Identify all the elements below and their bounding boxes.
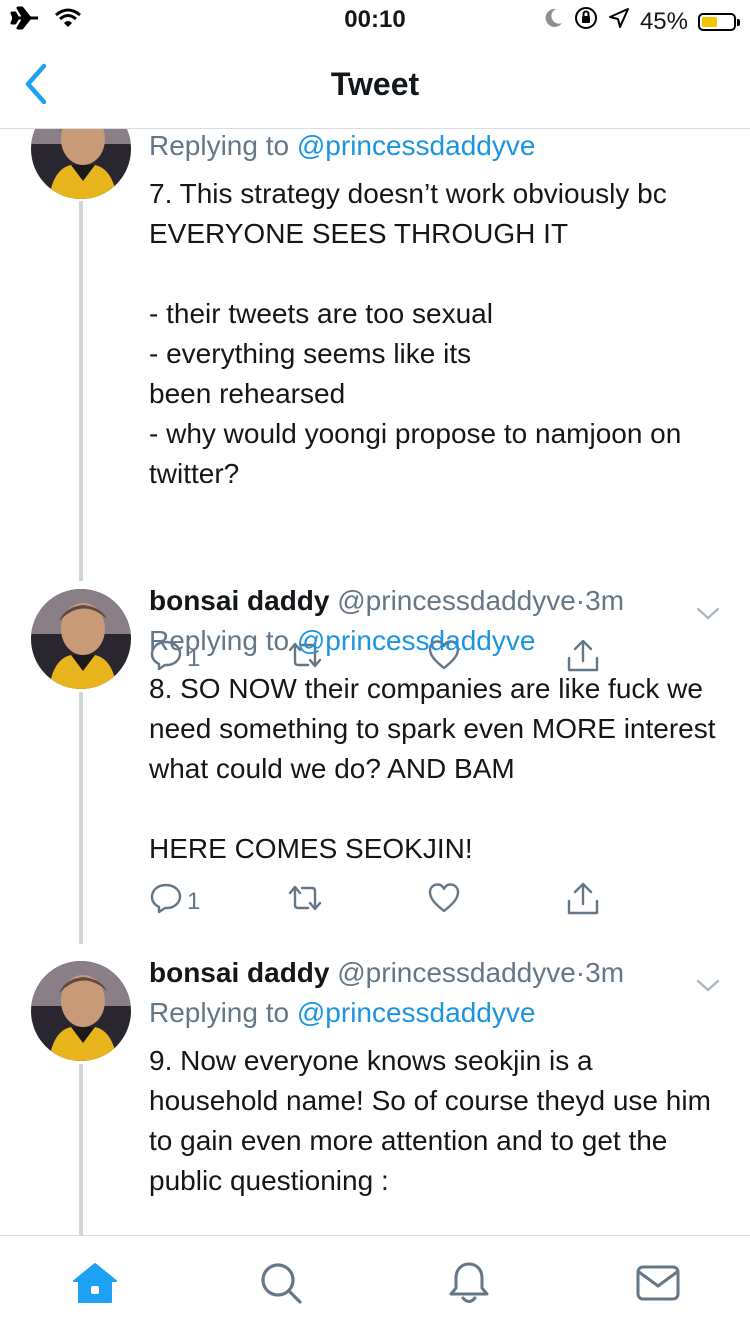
tweet-text: 9. Now everyone knows seokjin is a house… [149, 1045, 711, 1196]
share-button[interactable] [566, 881, 600, 924]
tweet-timestamp: 3m [585, 957, 625, 988]
battery-icon [698, 12, 740, 31]
separator-dot: · [575, 585, 586, 616]
author-handle[interactable]: @princessdaddyve [337, 585, 576, 616]
do-not-disturb-icon [544, 7, 564, 36]
tab-search[interactable] [256, 1260, 306, 1310]
tweet-item[interactable]: Replying to @princessdaddyve 7. This str… [0, 129, 750, 672]
replying-to: Replying to @princessdaddyve [149, 621, 729, 661]
battery-percent: 45% [639, 7, 688, 35]
tweet-text: 7. This strategy doesn’t work obviously … [149, 178, 682, 489]
like-button[interactable] [427, 881, 461, 922]
search-icon [259, 1261, 303, 1310]
home-icon [72, 1262, 118, 1309]
reply-button[interactable]: 1 [149, 881, 200, 922]
tweet-text: 8. SO NOW their companies are like fuck … [149, 673, 716, 864]
author-name[interactable]: bonsai daddy [149, 585, 329, 616]
retweet-icon [286, 881, 324, 922]
tab-messages[interactable] [633, 1260, 683, 1310]
replying-to: Replying to @princessdaddyve [149, 129, 729, 166]
share-icon [566, 881, 600, 924]
author-name[interactable]: bonsai daddy [149, 957, 329, 988]
notifications-icon [447, 1260, 491, 1311]
tweet-timestamp: 3m [585, 585, 625, 616]
tweet-thread[interactable]: Replying to @princessdaddyve 7. This str… [0, 129, 750, 1235]
replying-to-label: Replying to [149, 625, 297, 656]
chevron-down-icon [695, 597, 721, 628]
reply-handle-link[interactable]: @princessdaddyve [297, 130, 536, 161]
status-bar: 00:10 45% [0, 0, 750, 40]
navigation-bar: Tweet [0, 40, 750, 129]
orientation-lock-icon [574, 6, 598, 37]
tweet-item[interactable]: bonsai daddy @princessdaddyve·3m Replyin… [0, 949, 750, 1235]
tweet-actions: 1 [149, 881, 609, 921]
reply-count: 1 [187, 887, 201, 915]
tweet-options-button[interactable] [695, 965, 721, 1005]
heart-icon [427, 881, 461, 922]
location-icon [608, 7, 630, 36]
avatar[interactable] [31, 589, 131, 689]
reply-icon [149, 881, 183, 922]
tab-home[interactable] [70, 1260, 120, 1310]
messages-icon [635, 1264, 681, 1307]
reply-handle-link[interactable]: @princessdaddyve [297, 625, 536, 656]
reply-handle-link[interactable]: @princessdaddyve [297, 997, 536, 1028]
replying-to: Replying to @princessdaddyve [149, 993, 729, 1033]
replying-to-label: Replying to [149, 130, 297, 161]
page-title: Tweet [330, 66, 420, 102]
replying-to-label: Replying to [149, 997, 297, 1028]
author-handle[interactable]: @princessdaddyve [337, 957, 576, 988]
tweet-options-button[interactable] [695, 593, 721, 633]
avatar[interactable] [31, 129, 131, 199]
tab-notifications[interactable] [444, 1260, 494, 1310]
separator-dot: · [575, 957, 586, 988]
retweet-button[interactable] [286, 881, 324, 922]
chevron-down-icon [695, 969, 721, 1000]
tweet-header: bonsai daddy @princessdaddyve·3m [149, 953, 729, 993]
avatar[interactable] [31, 961, 131, 1061]
tab-bar [0, 1235, 750, 1335]
tweet-header: bonsai daddy @princessdaddyve·3m [149, 581, 729, 621]
tweet-item[interactable]: bonsai daddy @princessdaddyve·3m Replyin… [0, 577, 750, 949]
